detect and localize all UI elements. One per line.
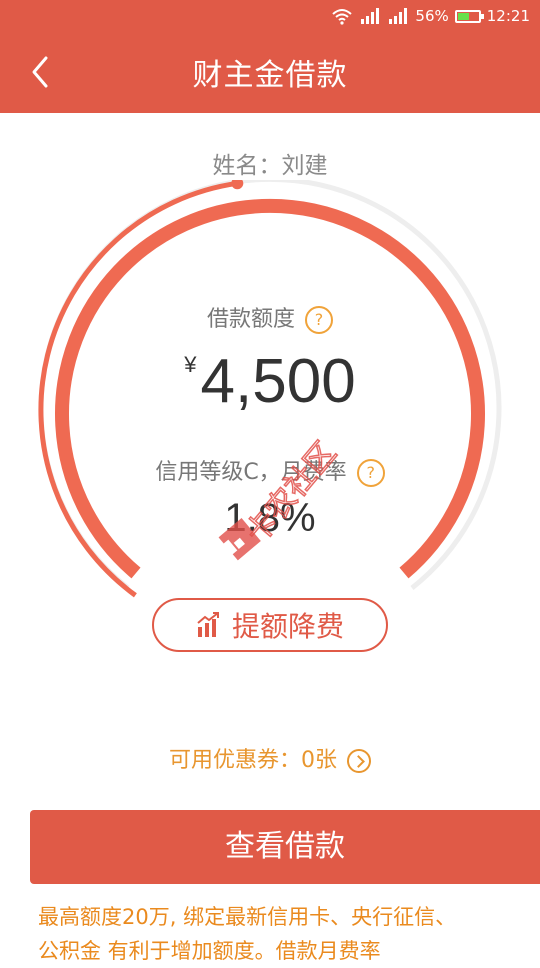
username-row: 姓名：刘建 [0,146,540,180]
credit-amount: ¥4,500 [0,346,540,417]
rate-label: 信用等级C，月费率 [155,460,347,485]
currency-symbol: ¥ [184,352,197,377]
user-name: 刘建 [281,153,328,179]
gauge-knob [231,180,244,190]
chevron-right-circle-icon[interactable] [347,749,371,773]
credit-label-row: 借款额度? [0,301,540,334]
boost-limit-button[interactable]: 提额降费 [152,598,388,652]
battery-icon [454,9,484,23]
help-icon[interactable]: ? [356,459,385,487]
coupon-row[interactable]: 可用优惠券：0张 [0,742,540,774]
nav-bar: 财主金借款 [0,32,540,113]
status-bar: 56% 12:21 [0,0,540,32]
wifi-icon [332,9,353,25]
app-header: 56% 12:21 财主金借款 [0,0,540,113]
monthly-rate: 1.8% [224,496,316,540]
status-icons: 56% 12:21 [331,7,530,25]
promo-line: 公积金 有利于增加额度。借款月费率 [38,939,381,963]
signal-icon [361,8,380,24]
page-title: 财主金借款 [192,58,348,93]
coupon-count: 0张 [301,748,337,773]
clock: 12:21 [486,7,530,25]
credit-amount-value: 4,500 [200,347,356,416]
promo-line: 最高额度20万, 绑定最新信用卡、央行征信、 [38,905,457,929]
coupon-label: 可用优惠券： [168,748,301,773]
credit-label: 借款额度 [206,307,295,332]
battery-percent: 56% [415,7,449,25]
rate-label-row: 信用等级C，月费率? [0,454,540,487]
name-label: 姓名： [212,153,282,179]
signal-icon [389,8,408,24]
help-icon[interactable]: ? [305,306,333,334]
boost-limit-label: 提额降费 [231,610,344,643]
promo-text: 最高额度20万, 绑定最新信用卡、央行征信、 公积金 有利于增加额度。借款月费率 [38,900,518,968]
view-loan-button[interactable]: 查看借款 [30,810,540,884]
bar-chart-icon [197,612,219,637]
